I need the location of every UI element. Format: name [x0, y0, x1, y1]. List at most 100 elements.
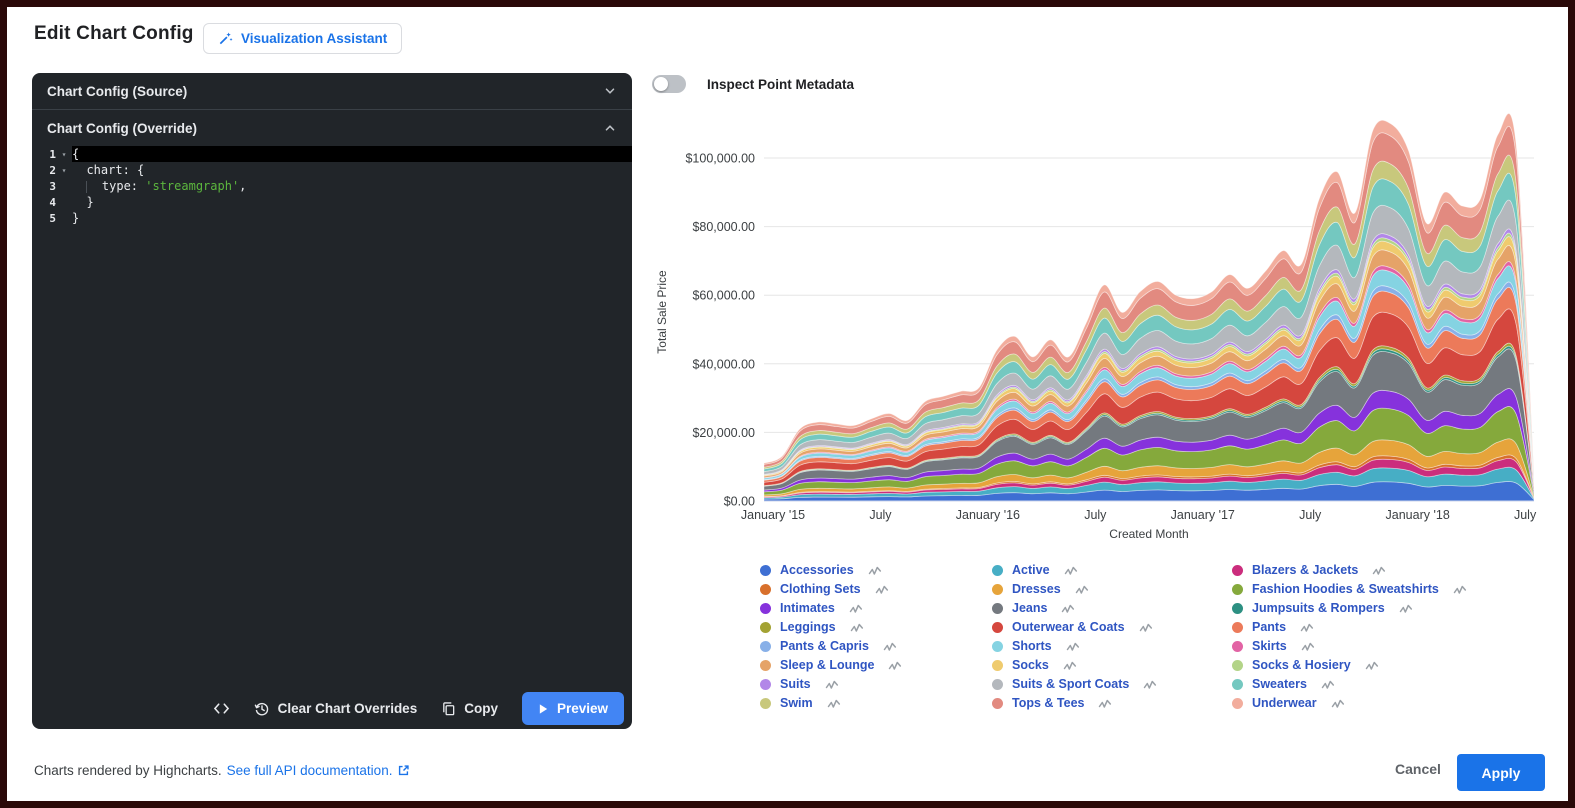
- line-number: 3: [32, 180, 56, 193]
- line-number: 2: [32, 164, 56, 177]
- fold-caret-icon[interactable]: ▾: [56, 150, 72, 159]
- legend-item[interactable]: Sweaters: [1232, 677, 1562, 691]
- page-title: Edit Chart Config: [34, 23, 194, 45]
- code-line[interactable]: 1▾{: [32, 146, 632, 162]
- magic-wand-icon: [218, 31, 233, 46]
- legend-series-label: Swim: [780, 696, 813, 710]
- visualization-assistant-button[interactable]: Visualization Assistant: [203, 23, 402, 54]
- legend-item[interactable]: Jeans: [992, 601, 1232, 615]
- legend-item[interactable]: Shorts: [992, 639, 1232, 653]
- fold-caret-icon[interactable]: ▾: [56, 166, 72, 175]
- legend-item[interactable]: Dresses: [992, 582, 1232, 596]
- source-section-header[interactable]: Chart Config (Source): [32, 73, 632, 109]
- line-number: 1: [32, 148, 56, 161]
- legend-series-dot: [992, 565, 1003, 576]
- inspect-point-metadata-label: Inspect Point Metadata: [707, 77, 854, 92]
- legend-item[interactable]: Underwear: [1232, 696, 1562, 710]
- sparkline-icon: [1098, 698, 1112, 709]
- editor-toolbar: Clear Chart Overrides Copy Preview: [32, 692, 624, 725]
- clear-chart-overrides-label: Clear Chart Overrides: [278, 701, 418, 716]
- y-axis-title: Total Sale Price: [655, 270, 669, 354]
- legend-series-label: Sleep & Lounge: [780, 658, 874, 672]
- legend-series-dot: [760, 698, 771, 709]
- code-editor[interactable]: 1▾{2▾ chart: {3 type: 'streamgraph',4 }5…: [32, 146, 632, 226]
- legend-series-label: Skirts: [1252, 639, 1287, 653]
- legend-series-label: Active: [1012, 563, 1050, 577]
- footer-credit: Charts rendered by Highcharts. See full …: [34, 763, 410, 778]
- apply-button[interactable]: Apply: [1457, 754, 1545, 791]
- inspect-point-metadata-toggle[interactable]: [652, 75, 686, 93]
- legend-series-dot: [1232, 622, 1243, 633]
- legend-item[interactable]: Jumpsuits & Rompers: [1232, 601, 1562, 615]
- legend-series-label: Pants & Capris: [780, 639, 869, 653]
- chart-preview: $0.00$20,000.00$40,000.00$60,000.00$80,0…: [652, 107, 1552, 557]
- preview-button[interactable]: Preview: [522, 692, 624, 725]
- legend-series-dot: [992, 641, 1003, 652]
- line-number: 4: [32, 196, 56, 209]
- copy-icon: [441, 701, 456, 717]
- x-tick-label: January '15: [741, 508, 805, 522]
- legend-item[interactable]: Leggings: [760, 620, 992, 634]
- x-tick-label: January '17: [1171, 508, 1235, 522]
- sparkline-icon: [888, 660, 902, 671]
- legend-item[interactable]: Accessories: [760, 563, 992, 577]
- legend-series-label: Suits & Sport Coats: [1012, 677, 1129, 691]
- api-documentation-link[interactable]: See full API documentation.: [227, 763, 411, 778]
- chart-y-labels: $0.00$20,000.00$40,000.00$60,000.00$80,0…: [685, 152, 755, 509]
- code-line[interactable]: 5}: [32, 210, 632, 226]
- legend-series-label: Blazers & Jackets: [1252, 563, 1358, 577]
- legend-series-dot: [1232, 679, 1243, 690]
- code-line[interactable]: 2▾ chart: {: [32, 162, 632, 178]
- legend-item[interactable]: Swim: [760, 696, 992, 710]
- code-line-text: }: [72, 210, 632, 226]
- copy-button[interactable]: Copy: [441, 701, 498, 717]
- legend-item[interactable]: Suits & Sport Coats: [992, 677, 1232, 691]
- legend-series-dot: [760, 660, 771, 671]
- api-documentation-link-label: See full API documentation.: [227, 763, 393, 778]
- format-code-button[interactable]: [213, 701, 230, 716]
- legend-item[interactable]: Tops & Tees: [992, 696, 1232, 710]
- legend-series-dot: [760, 641, 771, 652]
- x-tick-label: July: [1299, 508, 1322, 522]
- legend-series-label: Socks & Hosiery: [1252, 658, 1351, 672]
- legend-item[interactable]: Fashion Hoodies & Sweatshirts: [1232, 582, 1562, 596]
- code-line[interactable]: 4 }: [32, 194, 632, 210]
- legend-series-dot: [1232, 698, 1243, 709]
- legend-item[interactable]: Blazers & Jackets: [1232, 563, 1562, 577]
- legend-item[interactable]: Skirts: [1232, 639, 1562, 653]
- legend-item[interactable]: Outerwear & Coats: [992, 620, 1232, 634]
- legend-item[interactable]: Intimates: [760, 601, 992, 615]
- sparkline-icon: [1331, 698, 1345, 709]
- code-line[interactable]: 3 type: 'streamgraph',: [32, 178, 632, 194]
- legend-series-label: Shorts: [1012, 639, 1052, 653]
- override-section-header[interactable]: Chart Config (Override): [32, 110, 632, 146]
- sparkline-icon: [875, 584, 889, 595]
- legend-item[interactable]: Clothing Sets: [760, 582, 992, 596]
- legend-item[interactable]: Suits: [760, 677, 992, 691]
- legend-item[interactable]: Sleep & Lounge: [760, 658, 992, 672]
- legend-item[interactable]: Pants: [1232, 620, 1562, 634]
- legend-series-label: Pants: [1252, 620, 1286, 634]
- cancel-button[interactable]: Cancel: [1389, 760, 1447, 778]
- external-link-icon: [397, 764, 410, 777]
- legend-item[interactable]: Pants & Capris: [760, 639, 992, 653]
- sparkline-icon: [1139, 622, 1153, 633]
- sparkline-icon: [1143, 679, 1157, 690]
- override-section-title: Chart Config (Override): [47, 121, 197, 136]
- legend-series-label: Leggings: [780, 620, 836, 634]
- visualization-assistant-label: Visualization Assistant: [241, 31, 387, 46]
- legend-series-dot: [1232, 603, 1243, 614]
- sparkline-icon: [883, 641, 897, 652]
- legend-series-dot: [1232, 660, 1243, 671]
- legend-item[interactable]: Socks & Hosiery: [1232, 658, 1562, 672]
- legend-item[interactable]: Socks: [992, 658, 1232, 672]
- code-line-text: }: [72, 194, 632, 210]
- edit-chart-config-dialog: Edit Chart Config Visualization Assistan…: [0, 0, 1575, 808]
- legend-series-label: Accessories: [780, 563, 854, 577]
- clear-chart-overrides-button[interactable]: Clear Chart Overrides: [254, 701, 418, 717]
- legend-series-dot: [760, 603, 771, 614]
- legend-item[interactable]: Active: [992, 563, 1232, 577]
- sparkline-icon: [1365, 660, 1379, 671]
- sparkline-icon: [849, 603, 863, 614]
- x-tick-label: January '18: [1386, 508, 1450, 522]
